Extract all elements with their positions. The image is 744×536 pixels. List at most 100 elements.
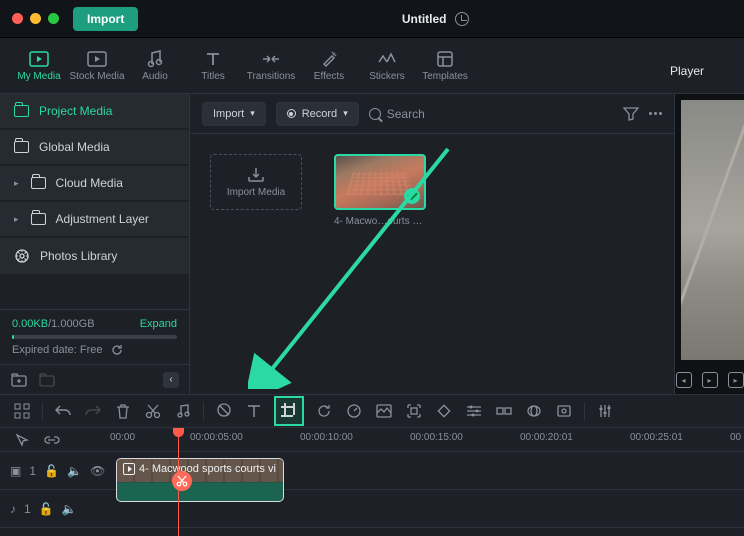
tab-templates[interactable]: Templates bbox=[416, 38, 474, 94]
timeline-link-icon[interactable] bbox=[42, 430, 62, 450]
audio-track-icon: ♪ bbox=[10, 502, 16, 516]
tab-audio[interactable]: Audio bbox=[126, 38, 184, 94]
folder-icon bbox=[14, 105, 29, 117]
track-number: 1 bbox=[29, 464, 36, 478]
mute-icon[interactable]: 🔈 bbox=[67, 464, 82, 478]
player-panel-title: Player bbox=[664, 54, 734, 78]
search-placeholder: Search bbox=[387, 107, 425, 121]
timeline-ruler[interactable]: 00:0000:00:05:0000:00:10:0000:00:15:0000… bbox=[110, 428, 744, 452]
sidebar-item-label: Photos Library bbox=[40, 249, 117, 263]
timeline-clip[interactable]: 4- Macwood sports courts vi bbox=[116, 458, 284, 502]
new-folder-icon[interactable] bbox=[10, 371, 28, 389]
tab-label: Templates bbox=[422, 71, 468, 82]
more-options-icon[interactable] bbox=[649, 112, 662, 115]
sidebar-item-label: Adjustment Layer bbox=[56, 212, 149, 226]
media-icon bbox=[29, 50, 49, 68]
timeline-cursor-icon[interactable] bbox=[12, 430, 32, 450]
titles-icon bbox=[203, 50, 223, 68]
clip-label: 4- Macwo…ourts video bbox=[334, 216, 426, 227]
tab-effects[interactable]: Effects bbox=[300, 38, 358, 94]
folder-icon bbox=[31, 177, 46, 189]
dropdown-label: Record bbox=[302, 108, 337, 120]
tab-label: Transitions bbox=[247, 71, 296, 82]
tool-split[interactable] bbox=[143, 401, 163, 421]
mute-icon[interactable]: 🔈 bbox=[62, 502, 77, 516]
tab-transitions[interactable]: Transitions bbox=[242, 38, 300, 94]
ruler-mark: 00:00:10:00 bbox=[300, 432, 353, 443]
window-controls[interactable] bbox=[12, 13, 59, 24]
visibility-icon[interactable]: 👁 bbox=[90, 464, 105, 478]
tool-arrange[interactable] bbox=[12, 401, 32, 421]
tool-render[interactable] bbox=[554, 401, 574, 421]
tool-mask[interactable] bbox=[524, 401, 544, 421]
tool-adjust[interactable] bbox=[464, 401, 484, 421]
project-title: Untitled bbox=[402, 12, 447, 26]
sidebar-item-photos-library[interactable]: Photos Library bbox=[0, 238, 189, 274]
tool-marker[interactable] bbox=[214, 401, 234, 421]
ruler-mark: 00 bbox=[730, 432, 741, 443]
import-dropdown[interactable]: Import ▾ bbox=[202, 102, 266, 126]
ruler-mark: 00:00:25:01 bbox=[630, 432, 683, 443]
video-track-header[interactable]: ▣ 1 🔓 🔈 👁 bbox=[0, 452, 110, 489]
tab-stickers[interactable]: Stickers bbox=[358, 38, 416, 94]
tool-audio-detach[interactable] bbox=[173, 401, 193, 421]
import-button[interactable]: Import bbox=[73, 7, 138, 31]
ruler-mark: 00:00:15:00 bbox=[410, 432, 463, 443]
player-next-button[interactable]: ▸ bbox=[728, 372, 744, 388]
ruler-mark: 00:00 bbox=[110, 432, 135, 443]
history-icon[interactable] bbox=[455, 12, 469, 26]
minimize-window-icon[interactable] bbox=[30, 13, 41, 24]
tool-mixer[interactable] bbox=[595, 401, 615, 421]
tool-keyframe[interactable] bbox=[434, 401, 454, 421]
refresh-icon[interactable] bbox=[111, 344, 123, 356]
transitions-icon bbox=[261, 50, 281, 68]
record-dropdown[interactable]: Record ▾ bbox=[276, 102, 359, 126]
split-indicator-icon[interactable] bbox=[172, 471, 192, 491]
filter-icon[interactable] bbox=[623, 107, 639, 121]
import-icon bbox=[247, 167, 265, 183]
search-input[interactable]: Search bbox=[369, 107, 613, 121]
sidebar-item-project-media[interactable]: Project Media bbox=[0, 94, 189, 128]
tool-color[interactable] bbox=[374, 401, 394, 421]
tab-stock-media[interactable]: Stock Media bbox=[68, 38, 126, 94]
chevron-down-icon: ▾ bbox=[343, 108, 348, 119]
maximize-window-icon[interactable] bbox=[48, 13, 59, 24]
tool-crop-highlighted[interactable] bbox=[274, 396, 304, 426]
import-card-label: Import Media bbox=[227, 187, 285, 198]
sidebar-item-cloud-media[interactable]: ▸ Cloud Media bbox=[0, 166, 189, 200]
tool-group[interactable] bbox=[494, 401, 514, 421]
sidebar-item-global-media[interactable]: Global Media bbox=[0, 130, 189, 164]
tab-label: Audio bbox=[142, 71, 168, 82]
tab-label: Stickers bbox=[369, 71, 405, 82]
templates-icon bbox=[435, 50, 455, 68]
player-preview[interactable] bbox=[681, 100, 744, 360]
tab-label: Stock Media bbox=[69, 71, 124, 82]
tool-delete[interactable] bbox=[113, 401, 133, 421]
record-icon bbox=[287, 109, 296, 118]
sidebar-item-label: Global Media bbox=[39, 140, 110, 154]
player-play-button[interactable]: ▸ bbox=[702, 372, 718, 388]
media-clip-card[interactable]: 4- Macwo…ourts video bbox=[334, 154, 426, 227]
audio-track-header[interactable]: ♪ 1 🔓 🔈 bbox=[0, 490, 110, 527]
chevron-down-icon: ▾ bbox=[250, 108, 255, 119]
import-media-card[interactable]: Import Media bbox=[210, 154, 302, 210]
lock-icon[interactable]: 🔓 bbox=[39, 502, 54, 516]
sidebar-item-adjustment-layer[interactable]: ▸ Adjustment Layer bbox=[0, 202, 189, 236]
close-window-icon[interactable] bbox=[12, 13, 23, 24]
lock-icon[interactable]: 🔓 bbox=[44, 464, 59, 478]
clip-thumbnail[interactable] bbox=[334, 154, 426, 210]
effects-icon bbox=[319, 50, 339, 68]
tool-speed[interactable] bbox=[344, 401, 364, 421]
player-prev-button[interactable]: ◂ bbox=[676, 372, 692, 388]
tab-my-media[interactable]: My Media bbox=[10, 38, 68, 94]
collapse-sidebar-icon[interactable]: ‹ bbox=[163, 372, 179, 388]
tool-undo[interactable] bbox=[53, 401, 73, 421]
new-bin-icon bbox=[38, 371, 56, 389]
storage-text: 0.00KB/1.000GB bbox=[12, 318, 95, 330]
expand-storage-link[interactable]: Expand bbox=[140, 318, 177, 330]
tool-rotate[interactable] bbox=[314, 401, 334, 421]
crop-icon bbox=[281, 403, 297, 419]
tool-track-motion[interactable] bbox=[404, 401, 424, 421]
tab-titles[interactable]: Titles bbox=[184, 38, 242, 94]
tool-text[interactable] bbox=[244, 401, 264, 421]
